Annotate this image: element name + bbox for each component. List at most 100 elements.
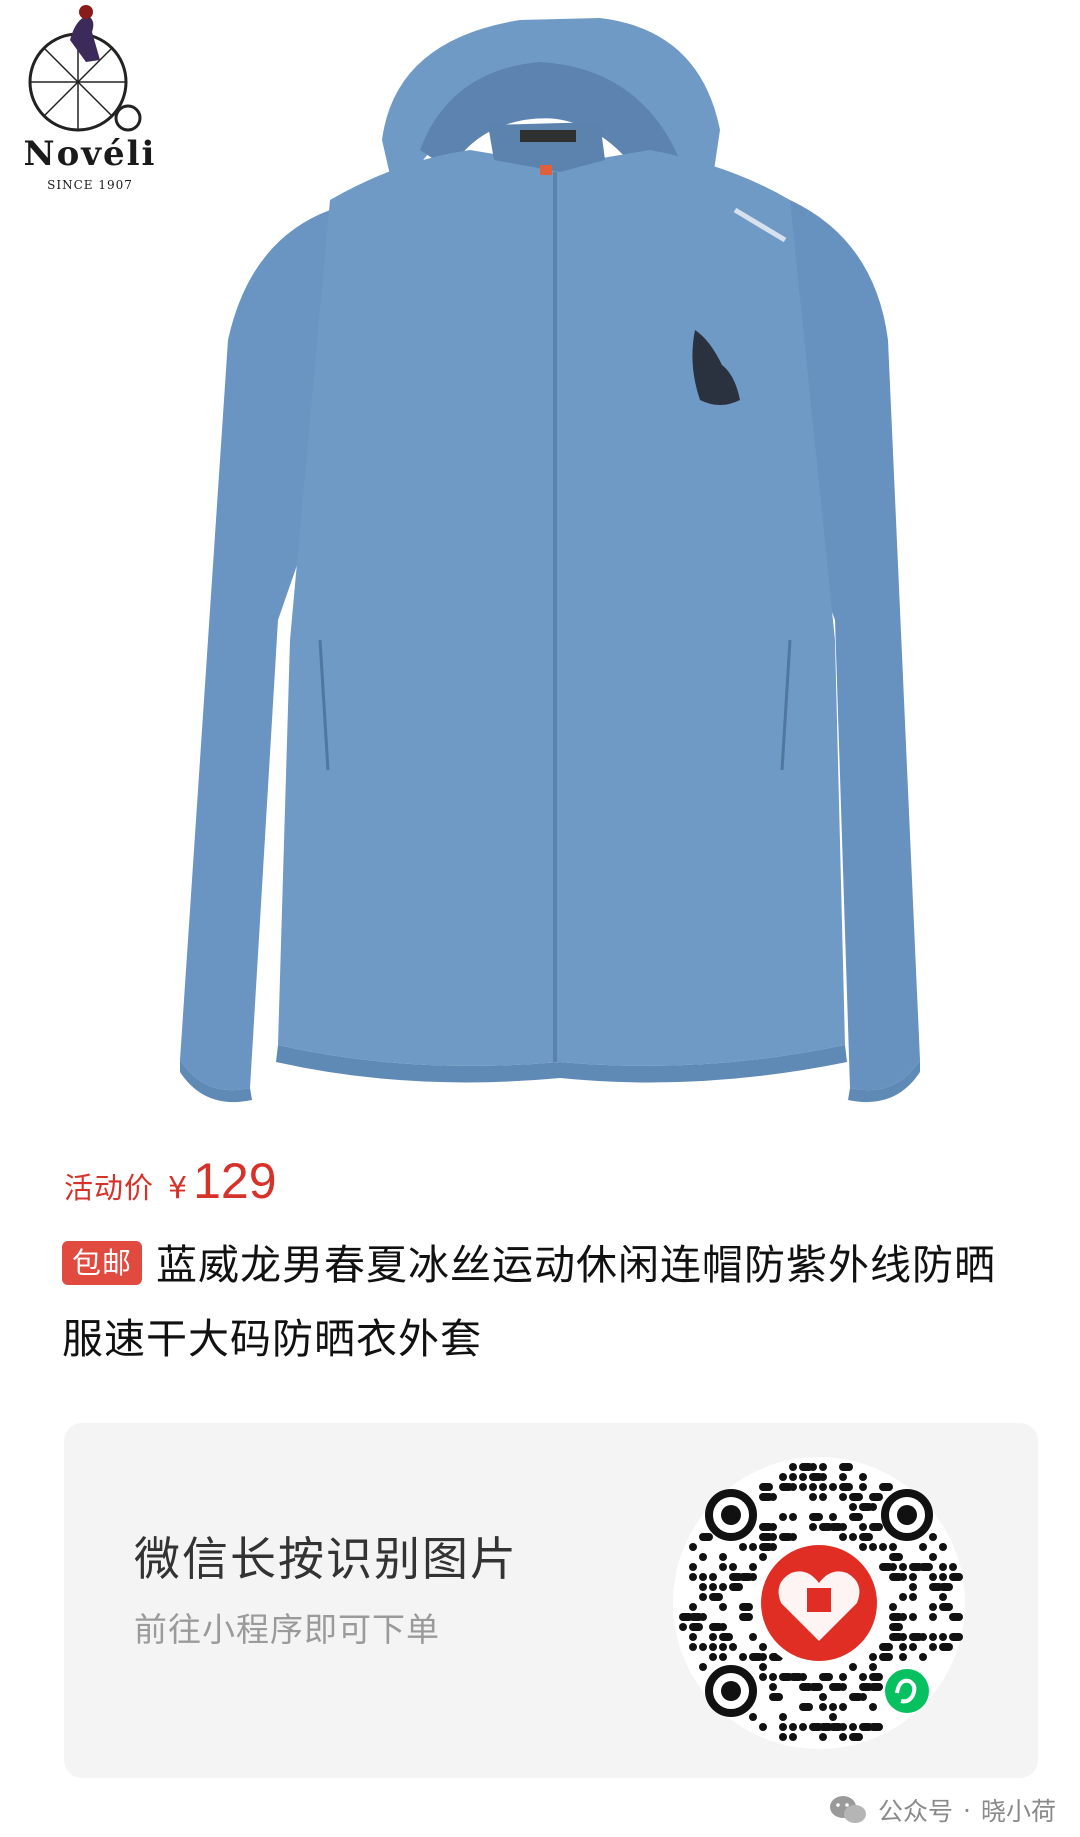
official-account-watermark: 公众号 · 晓小荷 — [828, 1790, 1056, 1830]
qr-module — [939, 1593, 947, 1601]
qr-module — [769, 1543, 777, 1551]
qr-module — [709, 1643, 717, 1651]
qr-module — [849, 1733, 863, 1741]
qr-module — [749, 1543, 757, 1551]
qr-module — [839, 1493, 847, 1501]
qr-module — [839, 1483, 853, 1491]
qr-module — [769, 1493, 777, 1501]
qr-module — [759, 1643, 767, 1651]
qr-module — [689, 1633, 697, 1641]
qr-module — [869, 1663, 877, 1671]
qr-module — [809, 1513, 823, 1521]
qr-module — [899, 1563, 907, 1571]
qr-module — [779, 1723, 787, 1731]
qr-module — [789, 1733, 797, 1741]
qr-module — [769, 1533, 777, 1541]
qr-module — [859, 1533, 873, 1541]
pinduoduo-qr-code-icon[interactable] — [669, 1453, 969, 1753]
mini-program-card[interactable]: 微信长按识别图片 前往小程序即可下单 — [64, 1423, 1038, 1778]
qr-module — [939, 1573, 947, 1581]
brand-name: Novéli — [23, 134, 157, 174]
qr-module — [709, 1593, 723, 1601]
wechat-official-account-icon — [830, 1796, 867, 1823]
qr-module — [869, 1653, 877, 1661]
qr-module — [709, 1583, 717, 1591]
qr-module — [869, 1673, 883, 1681]
qr-module — [689, 1573, 697, 1581]
qr-module — [799, 1483, 807, 1491]
qr-module — [789, 1463, 797, 1471]
qr-module — [929, 1573, 937, 1581]
qr-module — [909, 1583, 917, 1591]
qr-module — [779, 1513, 787, 1521]
qr-module — [759, 1723, 767, 1731]
qr-module — [919, 1653, 927, 1661]
qr-module — [719, 1563, 727, 1571]
qr-module — [799, 1473, 807, 1481]
qr-module — [839, 1673, 847, 1681]
qr-module — [779, 1473, 787, 1481]
qr-module — [689, 1563, 697, 1571]
qr-module — [809, 1483, 817, 1491]
qr-module — [699, 1533, 713, 1541]
brand-logo: Novéli SINCE 1907 — [0, 0, 180, 200]
qr-module — [919, 1543, 927, 1551]
qr-module — [839, 1723, 847, 1731]
qr-module — [699, 1573, 707, 1581]
qr-module — [799, 1703, 813, 1711]
qr-module — [839, 1683, 847, 1691]
qr-module — [769, 1523, 777, 1531]
qr-module — [949, 1633, 963, 1641]
qr-module — [809, 1493, 817, 1501]
qr-module — [769, 1683, 777, 1691]
brand-since: SINCE 1907 — [47, 178, 133, 192]
qr-module — [709, 1633, 717, 1641]
qr-module — [809, 1683, 823, 1691]
watermark-label: 公众号 — [878, 1797, 954, 1826]
qr-module — [719, 1553, 727, 1561]
qr-module — [719, 1583, 727, 1591]
qr-module — [689, 1623, 703, 1631]
qr-module — [869, 1723, 883, 1731]
qr-module — [879, 1483, 893, 1491]
qr-module — [749, 1633, 757, 1641]
watermark-account: 晓小荷 — [980, 1797, 1056, 1826]
qr-module — [779, 1733, 787, 1741]
qr-module — [699, 1583, 707, 1591]
qr-module — [829, 1513, 837, 1521]
qr-module — [949, 1563, 957, 1571]
qr-module — [759, 1483, 773, 1491]
qr-module — [699, 1593, 707, 1601]
qr-module — [859, 1673, 867, 1681]
qr-module — [719, 1603, 727, 1611]
qr-module — [819, 1693, 827, 1701]
qr-module — [719, 1653, 727, 1661]
qr-module — [719, 1643, 727, 1651]
qr-module — [819, 1733, 827, 1741]
qr-module — [849, 1493, 863, 1501]
qr-module — [899, 1653, 907, 1661]
price-label: 活动价 — [64, 1171, 155, 1205]
qr-module — [919, 1563, 933, 1571]
qr-module — [839, 1733, 847, 1741]
price-currency: ¥ — [168, 1171, 188, 1206]
qr-module — [719, 1623, 727, 1631]
qr-module — [739, 1613, 753, 1621]
mini-program-subtitle: 前往小程序即可下单 — [134, 1610, 440, 1649]
qr-module — [839, 1463, 853, 1471]
qr-module — [759, 1653, 767, 1661]
qr-module — [889, 1553, 903, 1561]
qr-module — [729, 1583, 743, 1591]
qr-module — [889, 1623, 903, 1631]
qr-module — [689, 1543, 697, 1551]
qr-module — [709, 1573, 717, 1581]
qr-module — [689, 1603, 697, 1611]
qr-module — [739, 1543, 747, 1551]
qr-module — [859, 1523, 867, 1531]
qr-module — [829, 1703, 837, 1711]
qr-module — [819, 1483, 827, 1491]
qr-module — [839, 1473, 847, 1481]
qr-module — [839, 1523, 847, 1531]
qr-module — [929, 1643, 937, 1651]
qr-module — [829, 1713, 837, 1721]
